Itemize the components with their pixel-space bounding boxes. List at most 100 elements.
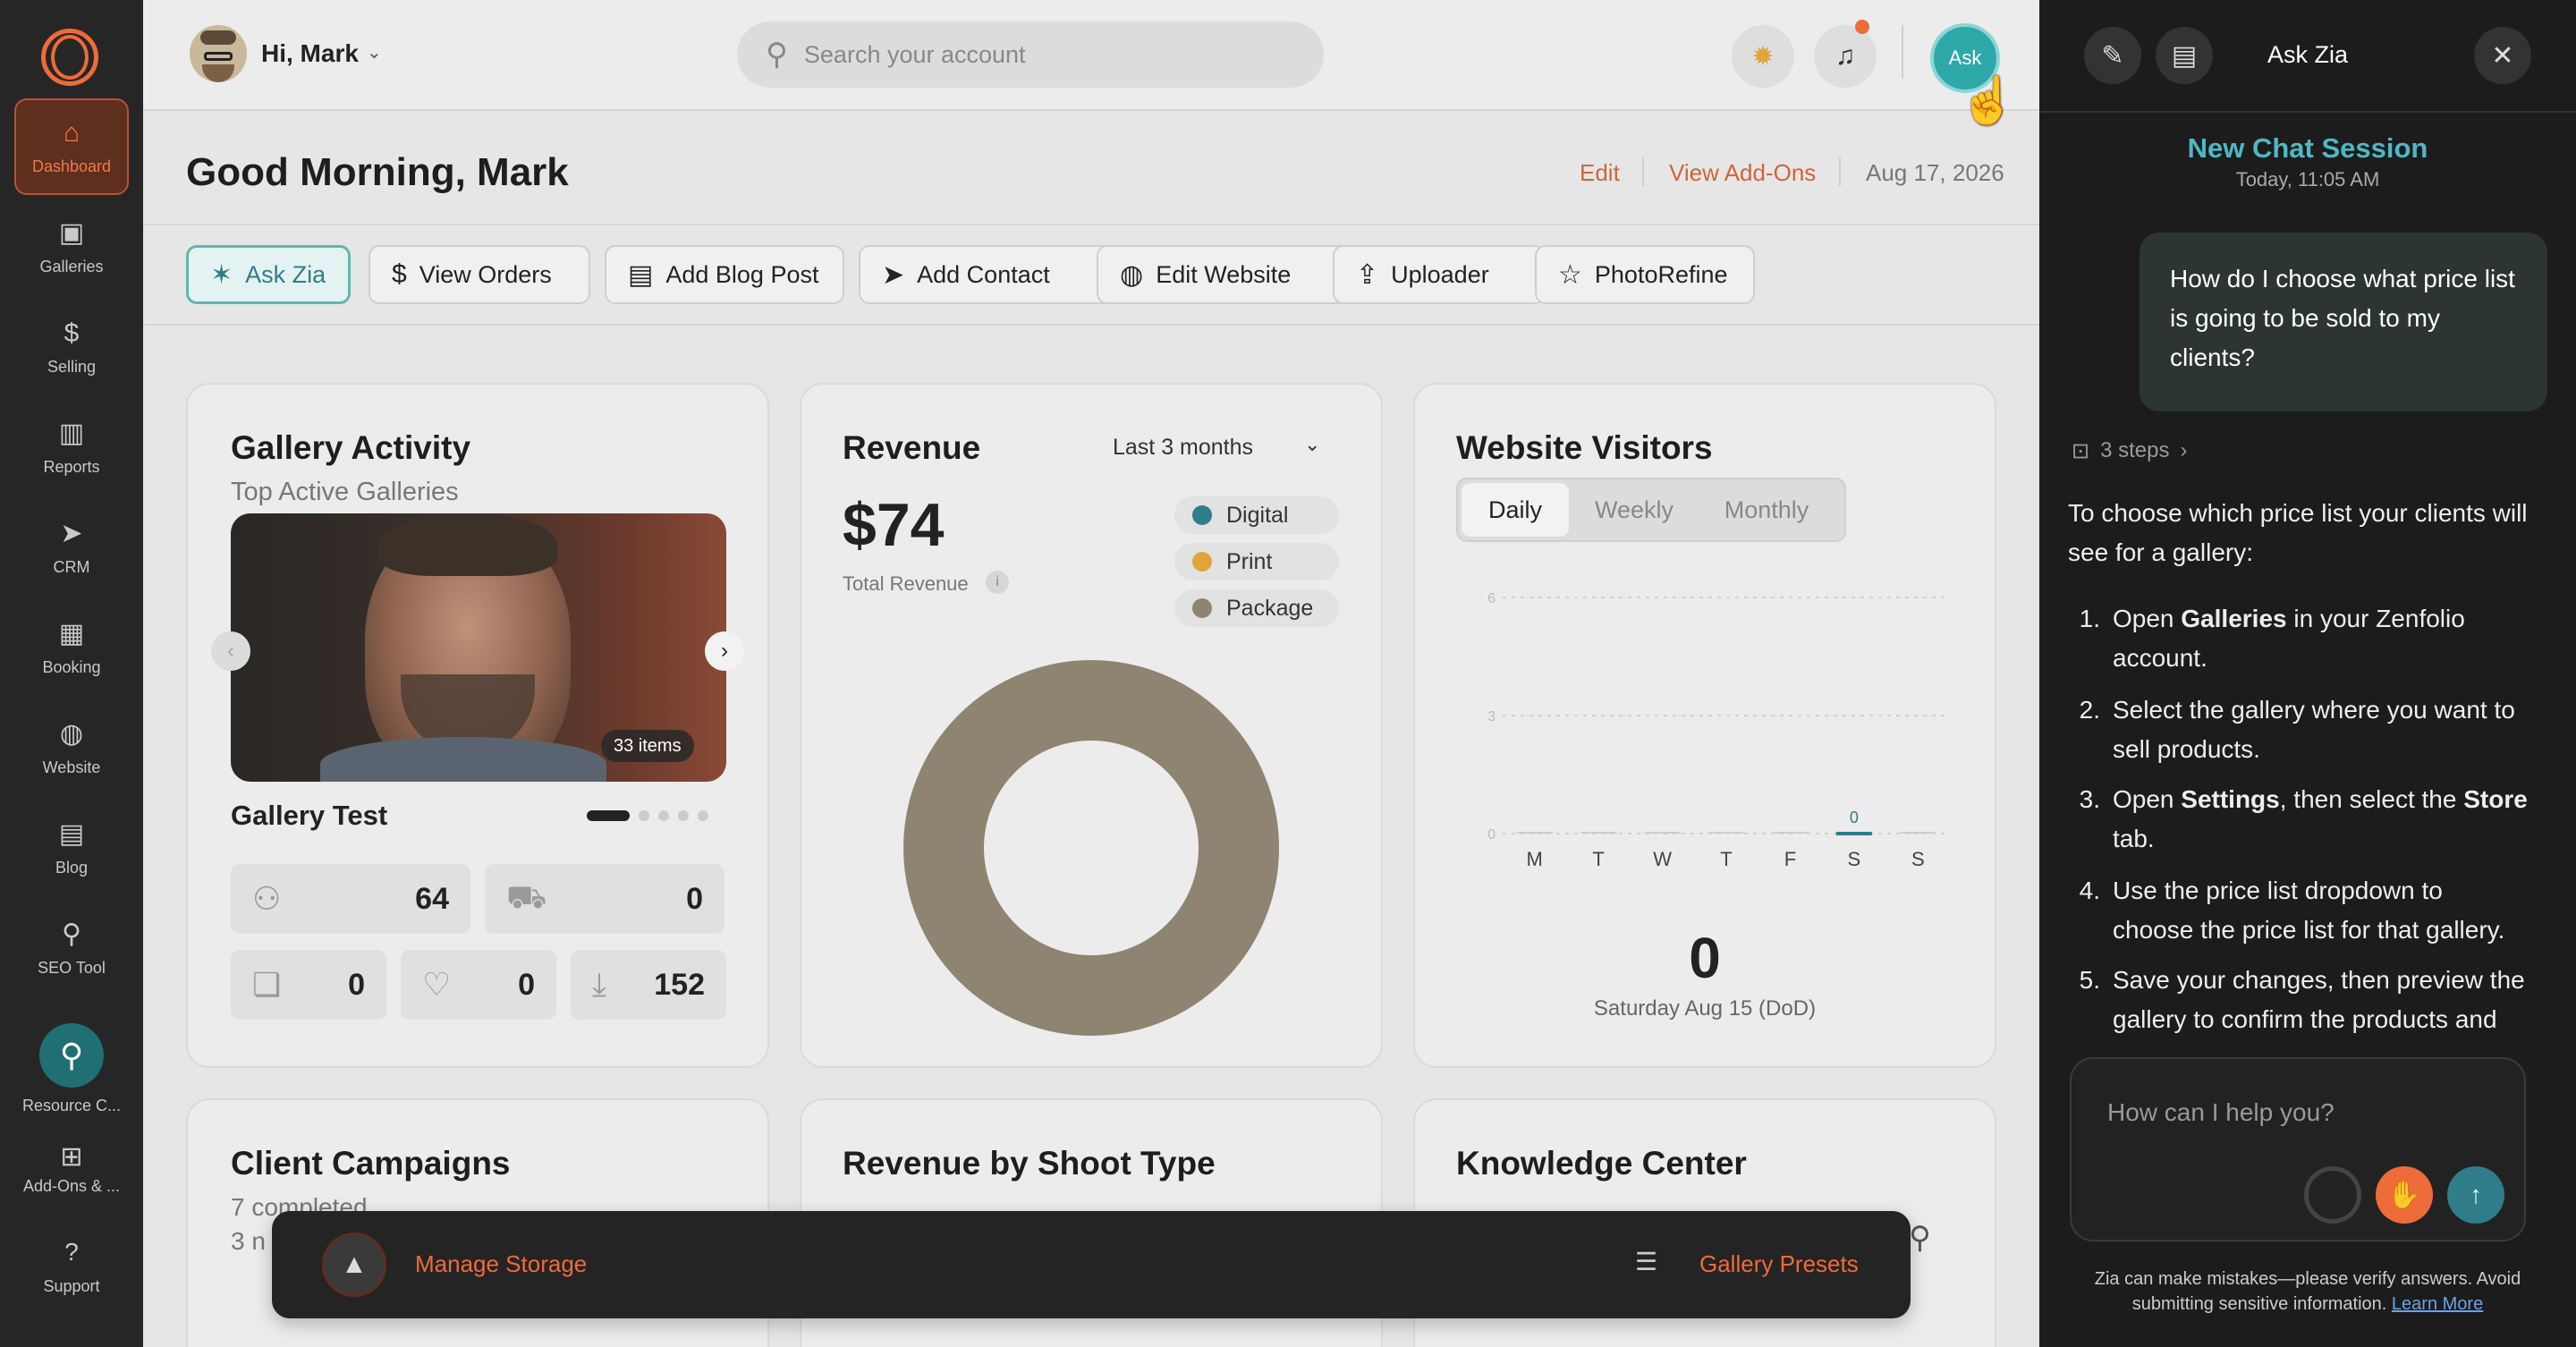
add-contact-button[interactable]: ➤ Add Contact (859, 245, 1118, 304)
revenue-title: Revenue (843, 429, 981, 466)
help-icon[interactable]: ? (0, 1238, 143, 1267)
resource-center-icon[interactable]: ⚲ (39, 1023, 104, 1088)
send-arrow-icon[interactable]: ↑ (2447, 1166, 2504, 1224)
ask-zia-button[interactable]: ✶ Ask Zia (186, 245, 351, 304)
sidebar-item-reports[interactable]: ▥ Reports (14, 399, 129, 496)
visitors-stat: ⚇ 64 (231, 864, 470, 934)
step-fragment: tab. (2113, 825, 2155, 852)
step-fragment: , then select the (2279, 785, 2464, 813)
sidebar-item-label: Selling (47, 357, 97, 376)
manage-storage-link[interactable]: Manage Storage (415, 1250, 587, 1278)
sidebar-item-website[interactable]: ◍ Website (14, 699, 129, 796)
button-label: Edit Website (1156, 260, 1292, 288)
photorefine-button[interactable]: ☆ PhotoRefine (1535, 245, 1755, 304)
button-label: View Orders (419, 260, 552, 288)
bar[interactable] (1516, 832, 1553, 834)
chevron-down-icon[interactable]: ⌄ (1304, 433, 1320, 456)
answer-intro: To choose which price list your clients … (2068, 499, 2528, 566)
legend-print[interactable]: Print (1174, 543, 1339, 580)
step-fragment: Use the price list dropdown to choose th… (2113, 877, 2505, 944)
search-input[interactable]: Search your account (804, 41, 1026, 69)
avatar[interactable] (190, 25, 247, 82)
bar[interactable] (1772, 832, 1809, 834)
theme-toggle-icon[interactable]: ✹ (1732, 25, 1794, 88)
search-icon[interactable]: ⚲ (1909, 1220, 1931, 1256)
addons-label[interactable]: Add-Ons & ... (0, 1177, 143, 1196)
zia-input-box[interactable]: How can I help you? ✋ ↑ (2070, 1057, 2526, 1241)
bell-icon[interactable]: ♫ (1814, 25, 1877, 88)
button-label: Ask Zia (245, 260, 326, 288)
bar[interactable] (1900, 832, 1936, 834)
downloads-stat: ⤓ 152 (571, 950, 726, 1020)
add-blog-post-button[interactable]: ▤ Add Blog Post (605, 245, 844, 304)
zia-input[interactable]: How can I help you? (2107, 1098, 2334, 1127)
tab-weekly[interactable]: Weekly (1576, 483, 1692, 537)
sidebar-item-label: Dashboard (31, 157, 112, 175)
sidebar-item-label: Website (42, 758, 101, 776)
x-tick-label: T (1720, 848, 1732, 870)
tab-daily[interactable]: Daily (1462, 483, 1569, 537)
chevron-down-icon[interactable]: ⌄ (367, 41, 382, 64)
sidebar-item-selling[interactable]: $ Selling (14, 299, 129, 395)
sidebar-item-blog[interactable]: ▤ Blog (14, 800, 129, 896)
people-icon: ⚇ (252, 880, 282, 917)
zenfolio-logo[interactable] (41, 29, 98, 86)
legend-dot (1192, 505, 1212, 525)
bar[interactable] (1644, 832, 1681, 834)
legend-label: Print (1226, 548, 1273, 574)
y-tick-label: 6 (1487, 591, 1496, 606)
sidebar-item-galleries[interactable]: ▣ Galleries (14, 199, 129, 295)
step-fragment: Settings (2181, 785, 2280, 813)
step-fragment: Galleries (2181, 605, 2287, 632)
info-icon[interactable]: i (986, 571, 1009, 594)
sidebar-item-label: Reports (43, 457, 100, 476)
edit-website-button[interactable]: ◍ Edit Website (1097, 245, 1368, 304)
divider (1839, 157, 1841, 186)
zia-footer: How can I help you? ✋ ↑ Zia can make mis… (2039, 1038, 2576, 1347)
visitor-date: Saturday Aug 15 (DoD) (1593, 996, 1817, 1021)
divider (2039, 111, 2576, 113)
greeting[interactable]: Hi, Mark (261, 39, 359, 68)
download-icon: ⤓ (592, 965, 606, 1003)
sidebar-item-seo-tool[interactable]: ⚲ SEO Tool (14, 900, 129, 996)
next-arrow-icon[interactable]: › (705, 631, 744, 671)
answer-step: 2. Select the gallery where you want to s… (2068, 690, 2533, 769)
sidebar-item-booking[interactable]: ▦ Booking (14, 599, 129, 696)
bar[interactable] (1708, 832, 1744, 834)
uploader-button[interactable]: ⇪ Uploader (1333, 245, 1546, 304)
session-time: Today, 11:05 AM (2235, 168, 2380, 191)
sidebar-item-dashboard[interactable]: ⌂ Dashboard (14, 98, 129, 195)
edit-link[interactable]: Edit (1580, 159, 1620, 187)
legend-package[interactable]: Package (1174, 589, 1339, 627)
tab-monthly[interactable]: Monthly (1699, 483, 1834, 537)
y-tick-label: 0 (1487, 827, 1496, 843)
addons-icon[interactable]: ⊞ (0, 1141, 143, 1173)
button-label: Add Blog Post (665, 260, 819, 288)
close-icon[interactable]: ✕ (2474, 27, 2531, 84)
view-addons-link[interactable]: View Add-Ons (1669, 159, 1816, 187)
step-fragment: Open (2113, 785, 2182, 813)
heart-icon: ♡ (422, 966, 452, 1003)
bar[interactable] (1835, 832, 1872, 835)
sidebar-item-crm[interactable]: ➤ CRM (14, 499, 129, 596)
carousel-dots[interactable] (587, 810, 708, 821)
bar[interactable] (1580, 832, 1617, 834)
comments-icon: ❏ (252, 966, 282, 1003)
add-contact-icon: ➤ (882, 259, 905, 290)
steps-toggle[interactable]: ⊡ 3 steps › (2072, 438, 2188, 464)
gallery-presets-link[interactable]: Gallery Presets (1699, 1250, 1859, 1278)
legend-digital[interactable]: Digital (1174, 496, 1339, 534)
stop-hand-icon[interactable]: ✋ (2376, 1166, 2433, 1224)
support-label[interactable]: Support (0, 1277, 143, 1296)
sidebar: ⌂ Dashboard ▣ Galleries $ Selling ▥ Reports ➤ CRM… (0, 0, 143, 1347)
learn-more-link[interactable]: Learn More (2392, 1294, 2483, 1314)
gallery-name[interactable]: Gallery Test (231, 800, 387, 832)
comments-stat: ❏ 0 (231, 950, 386, 1020)
view-orders-button[interactable]: $ View Orders (369, 245, 590, 304)
knowledge-center-title: Knowledge Center (1456, 1145, 1747, 1182)
current-date: Aug 17, 2026 (1866, 159, 2004, 186)
search-bar[interactable]: ⚲ Search your account (737, 21, 1324, 88)
prev-arrow-icon[interactable]: ‹ (211, 631, 250, 671)
period-dropdown[interactable]: Last 3 months (1113, 435, 1253, 461)
resource-center-label[interactable]: Resource C... (0, 1097, 143, 1115)
